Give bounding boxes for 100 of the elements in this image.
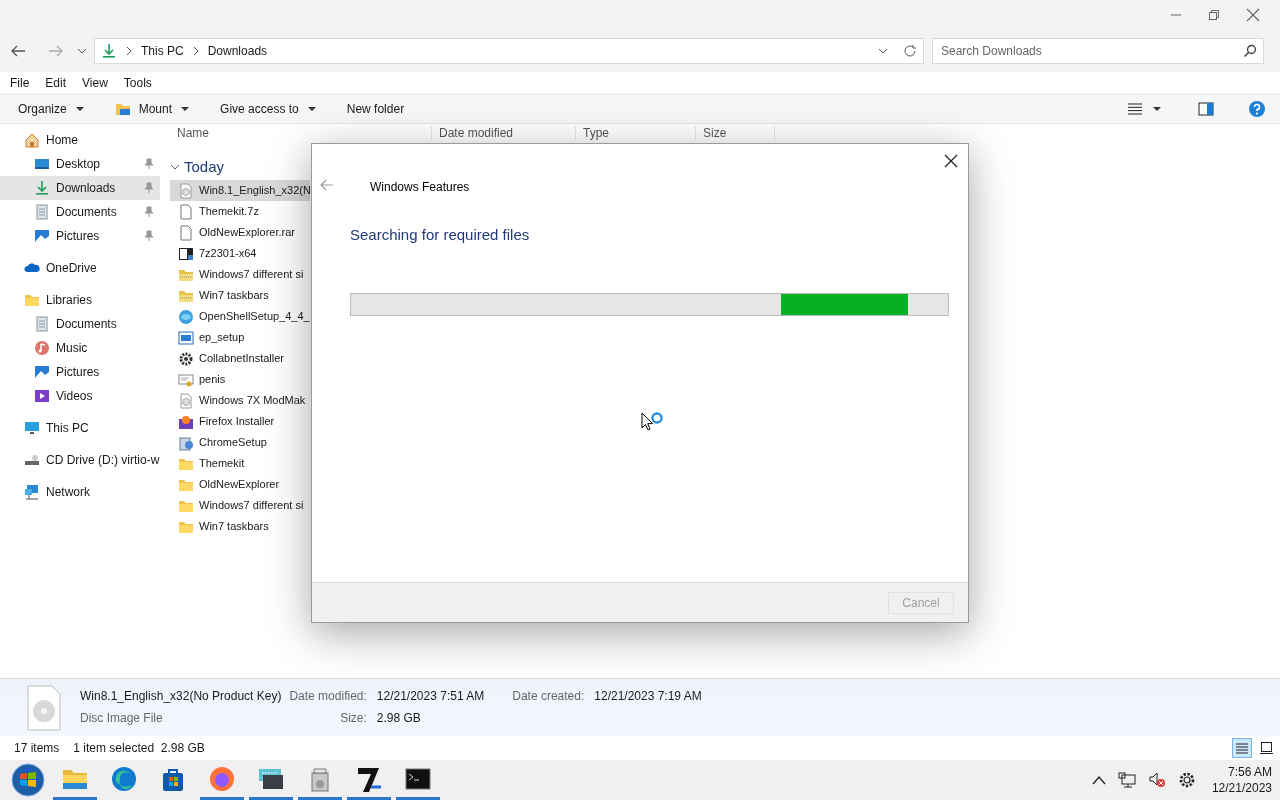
nav-item[interactable]: Videos bbox=[0, 384, 160, 408]
search-field[interactable]: Search Downloads bbox=[932, 38, 1264, 64]
restore-icon bbox=[1208, 9, 1220, 21]
windows-orb-icon bbox=[11, 763, 45, 797]
nav-item[interactable]: This PC bbox=[0, 416, 160, 440]
help-icon bbox=[1248, 100, 1266, 118]
video-icon bbox=[34, 388, 50, 404]
file-row[interactable]: Windows7 different si bbox=[170, 495, 310, 516]
file-row[interactable]: Win8.1_English_x32(N bbox=[170, 180, 310, 201]
clock-date[interactable]: 12/21/2023 bbox=[1211, 780, 1272, 796]
nav-item[interactable]: Downloads bbox=[0, 176, 160, 200]
menu-item[interactable]: File bbox=[10, 74, 30, 92]
toolbar-button[interactable]: Organize bbox=[18, 100, 85, 118]
busy-cursor-icon bbox=[641, 412, 665, 434]
file-row[interactable]: penis bbox=[170, 369, 310, 390]
file-row[interactable]: Themekit.7z bbox=[170, 201, 310, 222]
field-value: 12/21/2023 7:51 AM bbox=[376, 688, 485, 705]
file-row[interactable]: ep_setup bbox=[170, 327, 310, 348]
toolbar-button[interactable]: Give access to bbox=[220, 100, 317, 118]
file-row[interactable]: Firefox Installer bbox=[170, 411, 310, 432]
field-label: Size: bbox=[339, 710, 367, 727]
picture-icon bbox=[34, 364, 50, 380]
caret-icon bbox=[306, 105, 317, 113]
start-button[interactable] bbox=[8, 760, 48, 800]
close-button[interactable] bbox=[942, 152, 960, 170]
nav-item[interactable]: Home bbox=[0, 128, 160, 152]
file-row[interactable]: Themekit bbox=[170, 453, 310, 474]
caret-icon bbox=[74, 105, 85, 113]
file-icon bbox=[178, 224, 194, 241]
download-icon bbox=[34, 180, 50, 196]
caret-icon bbox=[180, 105, 191, 113]
view-options-button[interactable] bbox=[1128, 103, 1162, 115]
nav-item[interactable]: Documents bbox=[0, 312, 160, 336]
folder-icon bbox=[24, 292, 40, 308]
monitor-icon bbox=[24, 420, 40, 436]
document-icon bbox=[34, 316, 50, 332]
file-row[interactable]: Win7 taskbars bbox=[170, 516, 310, 537]
desktop-icon bbox=[34, 156, 50, 172]
back-arrow-icon bbox=[10, 43, 26, 59]
menu-item[interactable]: View bbox=[82, 74, 108, 92]
toolbar-button[interactable]: Mount bbox=[114, 100, 191, 118]
file-row[interactable]: CollabnetInstaller bbox=[170, 348, 310, 369]
file-row[interactable]: OldNewExplorer bbox=[170, 474, 310, 495]
shell-icon bbox=[178, 308, 194, 325]
status-heading: Searching for required files bbox=[349, 225, 531, 245]
column-header[interactable]: Name bbox=[170, 126, 431, 140]
nav-item[interactable]: CD Drive (D:) virtio-w bbox=[0, 448, 160, 472]
file-row[interactable]: Win7 taskbars bbox=[170, 285, 310, 306]
close-icon bbox=[1246, 8, 1260, 22]
close-icon bbox=[944, 154, 958, 168]
firefox-icon bbox=[208, 764, 236, 793]
toolbar-button[interactable]: New folder bbox=[346, 100, 405, 118]
address-bar[interactable]: This PC Downloads bbox=[94, 38, 924, 64]
file-icon bbox=[178, 203, 194, 220]
edge-browser-icon bbox=[110, 764, 138, 793]
file-name: Win8.1_English_x32(No Product Key) bbox=[80, 688, 282, 705]
nav-item[interactable]: Network bbox=[0, 480, 160, 504]
field-label: Date created: bbox=[512, 688, 585, 705]
file-row[interactable]: OldNewExplorer.rar bbox=[170, 222, 310, 243]
archive-app-icon bbox=[178, 245, 194, 262]
group-header[interactable]: Today bbox=[184, 155, 225, 179]
list-view-icon bbox=[1236, 742, 1248, 754]
nav-item[interactable]: Pictures bbox=[0, 360, 160, 384]
dialog-title: Windows Features bbox=[370, 179, 470, 196]
document-icon bbox=[34, 204, 50, 220]
folder-icon bbox=[114, 101, 131, 117]
forward-arrow-icon bbox=[48, 43, 64, 59]
disc-file-icon bbox=[26, 685, 62, 731]
column-header[interactable]: Date modified bbox=[431, 126, 575, 140]
nav-item[interactable]: Desktop bbox=[0, 152, 160, 176]
disc-file-icon bbox=[178, 182, 194, 199]
caret-icon bbox=[1152, 105, 1162, 113]
refresh-icon bbox=[903, 44, 917, 58]
chevron-up-icon bbox=[1091, 775, 1106, 785]
menu-item[interactable]: Tools bbox=[123, 74, 152, 92]
field-value: 2.98 GB bbox=[376, 710, 422, 727]
file-row[interactable]: OpenShellSetup_4_4_ bbox=[170, 306, 310, 327]
file-row[interactable]: Windows7 different si bbox=[170, 264, 310, 285]
file-row[interactable]: 7z2301-x64 bbox=[170, 243, 310, 264]
nav-item[interactable]: Documents bbox=[0, 200, 160, 224]
list-view-icon bbox=[1128, 103, 1142, 115]
disc-file-icon bbox=[178, 392, 194, 409]
settings-icon bbox=[1177, 771, 1196, 789]
nav-item[interactable]: Music bbox=[0, 336, 160, 360]
search-icon bbox=[1243, 44, 1257, 58]
clock-time[interactable]: 7:56 AM bbox=[1227, 764, 1272, 780]
selection-info: 1 item selected 2.98 GB bbox=[73, 740, 205, 757]
breadcrumb-item[interactable]: Downloads bbox=[207, 42, 268, 60]
nav-item[interactable]: Pictures bbox=[0, 224, 160, 248]
nav-item[interactable]: Libraries bbox=[0, 288, 160, 312]
column-header[interactable]: Size bbox=[695, 126, 775, 140]
file-row[interactable]: ChromeSetup bbox=[170, 432, 310, 453]
app-window-icon bbox=[178, 329, 194, 346]
file-row[interactable]: Windows 7X ModMak bbox=[170, 390, 310, 411]
tiles-view-icon bbox=[1259, 742, 1273, 754]
column-header[interactable]: Type bbox=[575, 126, 695, 140]
menu-item[interactable]: Edit bbox=[45, 74, 67, 92]
breadcrumb-item[interactable]: This PC bbox=[141, 42, 184, 60]
network-icon bbox=[24, 484, 40, 500]
nav-item[interactable]: OneDrive bbox=[0, 256, 160, 280]
